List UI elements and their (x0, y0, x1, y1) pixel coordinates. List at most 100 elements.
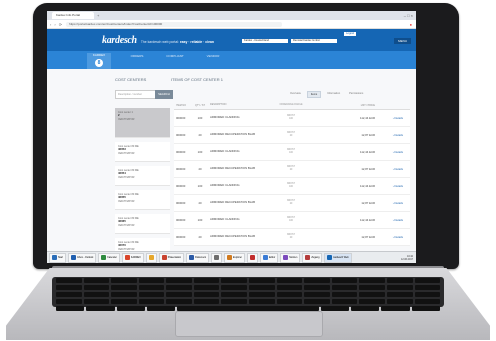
search-input[interactable]: Description / number (115, 90, 157, 99)
brand-logo[interactable]: kardesch (102, 35, 137, 46)
keyboard-key (193, 292, 220, 297)
item-quantity: 20 (198, 201, 202, 205)
keyboard-key (116, 306, 145, 311)
item-price: 12,87 EUR (361, 201, 375, 205)
filter-tab-permissions[interactable]: Permissions (346, 91, 366, 98)
taskbar-item[interactable] (211, 252, 223, 263)
keyboard-row (52, 277, 444, 284)
company-select[interactable]: Kardex - Deutschland (242, 39, 288, 43)
orderable-range: MIN/ST 20 (262, 132, 320, 138)
taskbar-item[interactable]: Dokument (186, 252, 210, 263)
taskbar-item[interactable]: Notizen (280, 252, 301, 263)
menu-button[interactable]: MENU (394, 38, 411, 44)
taskbar-label: Start (58, 255, 64, 259)
app-header: kardesch The kardesch web portal: easy ·… (47, 29, 416, 51)
back-icon[interactable]: ‹ (50, 22, 51, 27)
keyboard-key (221, 278, 248, 283)
extension-icon[interactable]: ● (410, 22, 412, 27)
details-link[interactable]: › Details (375, 201, 405, 205)
taskbar-item[interactable] (246, 252, 258, 263)
keyboard-key (111, 278, 137, 283)
app-icon (101, 255, 107, 260)
cost-center-card[interactable]: Cost center 80 ME 46055 INACTIVATOR (115, 190, 170, 210)
taskbar-label: Zugang (311, 255, 320, 259)
taskbar-item[interactable]: Zugang (302, 252, 323, 263)
taskbar-item[interactable]: Editor (259, 252, 279, 263)
nav-item-label: COMPLIANT (166, 54, 184, 58)
taskbar-item[interactable]: Explorer (224, 252, 245, 263)
cost-centers-title: COST CENTERS (115, 77, 147, 82)
app-icon (52, 255, 57, 260)
item-quantity: 100 (197, 184, 203, 188)
nav-item-label: ORDERS (130, 54, 144, 58)
cost-center-card[interactable]: Cost center 1 2 INACTIVATOR (115, 108, 170, 138)
item-price: 12,87 EUR (361, 167, 375, 171)
nav-item-kardex[interactable]: KARDEX 8 (87, 53, 111, 70)
item-description: ARMORED CLADDING (210, 149, 240, 154)
cost-center-card[interactable]: Cost center 80 ME 46053 INACTIVATOR (115, 142, 170, 162)
cost-center-card[interactable]: Cost center 80 ME 46065 INACTIVATOR (115, 214, 170, 234)
range-value: 20 (289, 237, 293, 239)
forward-icon[interactable]: › (54, 22, 55, 27)
keyboard-key (83, 292, 110, 297)
app-icon (161, 255, 167, 260)
keyboard-row (52, 291, 444, 298)
keyboard-key (359, 292, 385, 297)
taskbar-label: Editor (268, 255, 276, 259)
location-select[interactable]: Remstal Kardex GmbH (291, 39, 337, 43)
filter-tab-information[interactable]: Information (324, 91, 343, 98)
taskbar-item[interactable]: Präsentation (158, 252, 185, 263)
filter-tab-items[interactable]: Items (306, 91, 322, 98)
app-icon (71, 255, 77, 260)
cost-center-card[interactable]: Cost center 80 ME 46054 INACTIVATOR (115, 166, 170, 186)
taskbar-item[interactable] (145, 252, 157, 263)
taskbar-item[interactable]: Inbox - Outlook (68, 252, 97, 263)
search-button[interactable]: SEARCH (155, 90, 173, 99)
details-link[interactable]: › Details (375, 218, 405, 222)
table-row: 000000 20 ARMORED RECUPERATION BLAB MIN/ST 2… (174, 229, 410, 246)
details-link[interactable]: › Details (375, 150, 405, 154)
cost-center-status: INACTIVATOR (118, 199, 135, 203)
details-link[interactable]: › Details (375, 167, 405, 171)
taskbar-label: Inbox - Outlook (77, 255, 94, 259)
nav-item-label: KARDEX (92, 53, 106, 57)
orderable-range: MIN/ST 100 (262, 217, 320, 223)
item-number: 000000 (176, 201, 186, 205)
keyboard-key (111, 299, 137, 304)
keyboard-key (381, 306, 410, 311)
new-tab-icon[interactable]: + (97, 13, 99, 18)
orderable-range: MIN/ST 100 (262, 149, 320, 155)
taskbar-item[interactable]: kardesch Web (324, 252, 352, 263)
reload-icon[interactable]: ⟳ (59, 22, 62, 27)
details-link[interactable]: › Details (375, 235, 405, 239)
filter-tab-overview[interactable]: Overview (287, 91, 304, 98)
table-row: 000000 100 ARMORED CLADDING MIN/ST 100 112,44… (174, 110, 410, 127)
nav-item-orders[interactable]: ORDERS (125, 54, 149, 70)
item-description: ARMORED RECUPERATION BLAB (210, 234, 256, 239)
window-controls[interactable]: – □ × (404, 13, 413, 18)
nav-item-label: VENDOR (206, 54, 220, 58)
details-link[interactable]: › Details (375, 116, 405, 120)
clock-date: 12.06.2017 (401, 257, 413, 261)
logout-button[interactable]: Logout (344, 32, 356, 36)
nav-item-vendor[interactable]: VENDOR (201, 54, 225, 70)
main-content: COST CENTERS ITEMS OF COST CENTER 1 Desc… (47, 69, 416, 258)
keyboard-key (138, 299, 165, 304)
taskbar-item[interactable]: KARDEX (121, 252, 144, 263)
url-input[interactable]: https://portal.kardex.com/en/CostCenters… (66, 21, 283, 27)
details-link[interactable]: › Details (375, 133, 405, 137)
range-value: 20 (289, 135, 293, 137)
nav-item-compliant[interactable]: COMPLIANT (163, 54, 187, 70)
keyboard-key (166, 292, 192, 297)
details-link[interactable]: › Details (375, 184, 405, 188)
column-header: ITEM NO (176, 103, 186, 107)
item-description: ARMORED RECUPERATION BLAB (210, 166, 256, 171)
browser-tab[interactable]: Kardex Info Portal (52, 12, 94, 19)
keyboard-key (56, 292, 82, 297)
keyboard-key (166, 278, 192, 283)
taskbar-item[interactable]: Start (49, 252, 67, 263)
taskbar-label: KARDEX (130, 255, 141, 259)
app-nav: KARDEX 8 ORDERS COMPLIANT VENDOR (47, 51, 416, 70)
cost-center-number: 46054 (118, 171, 126, 176)
taskbar-item[interactable]: Kalender (98, 252, 120, 263)
